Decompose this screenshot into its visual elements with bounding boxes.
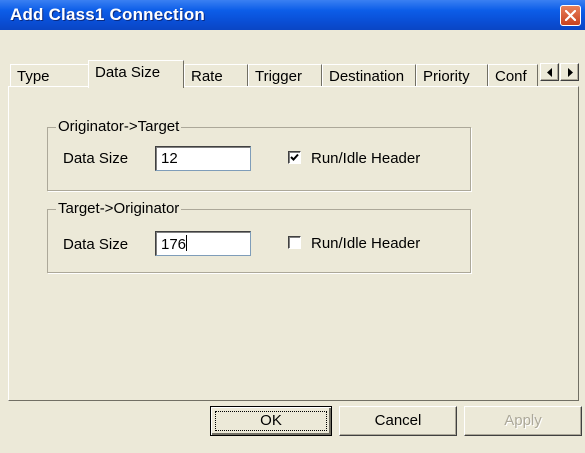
group-label: Target->Originator	[56, 200, 182, 217]
tab-label: Trigger	[255, 68, 302, 85]
target-originator-data-size-input[interactable]: 176	[155, 231, 251, 256]
tab-label: Data Size	[95, 64, 161, 81]
apply-button-label: Apply	[504, 412, 542, 429]
tab-conf[interactable]: Conf	[488, 64, 538, 88]
window-title: Add Class1 Connection	[10, 5, 206, 24]
cancel-button[interactable]: Cancel	[339, 406, 457, 436]
originator-target-data-size-input[interactable]: 12	[155, 146, 251, 171]
tab-priority[interactable]: Priority	[416, 64, 488, 88]
data-size-label: Data Size	[63, 236, 129, 253]
tab-label: Rate	[191, 68, 223, 85]
tab-label: Priority	[423, 68, 470, 85]
group-label: Originator->Target	[56, 118, 182, 135]
run-idle-header-label[interactable]: Run/Idle Header	[311, 150, 420, 167]
cancel-button-label: Cancel	[374, 412, 422, 429]
run-idle-header-label[interactable]: Run/Idle Header	[311, 235, 420, 252]
target-originator-run-idle-checkbox[interactable]	[288, 236, 301, 249]
originator-target-run-idle-checkbox[interactable]	[288, 151, 301, 164]
tab-label: Conf	[495, 68, 527, 85]
tab-type[interactable]: Type	[10, 64, 90, 88]
tab-rate[interactable]: Rate	[184, 64, 248, 88]
ok-button[interactable]: OK	[210, 406, 332, 436]
tab-label: Type	[17, 68, 50, 85]
tab-trigger[interactable]: Trigger	[248, 64, 322, 88]
input-value: 176	[161, 236, 187, 253]
data-size-label: Data Size	[63, 150, 129, 167]
close-button[interactable]	[560, 5, 581, 26]
focus-rectangle	[215, 411, 327, 431]
title-bar[interactable]: Add Class1 Connection	[0, 0, 585, 30]
tab-label: Destination	[329, 68, 405, 85]
tab-data-size[interactable]: Data Size	[88, 60, 184, 88]
text-caret	[186, 235, 188, 251]
apply-button: Apply	[464, 406, 582, 436]
tab-scroll-left-button[interactable]	[540, 63, 559, 81]
tab-scroll-right-button[interactable]	[560, 63, 579, 81]
tab-destination[interactable]: Destination	[322, 64, 416, 88]
